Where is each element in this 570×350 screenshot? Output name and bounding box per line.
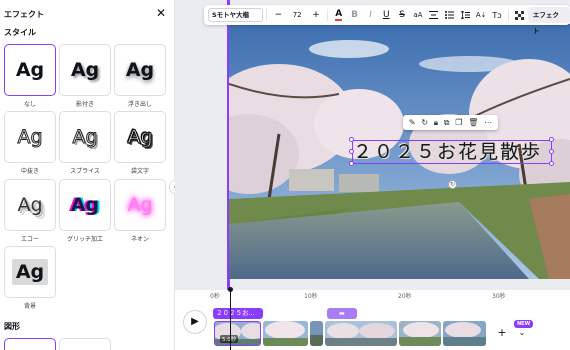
- effect-sample: Ag: [70, 194, 100, 216]
- clip-thumbnail: [263, 321, 308, 346]
- effect-label: 影付き: [75, 101, 94, 108]
- clip-thumbnail: [325, 321, 397, 346]
- lock-icon[interactable]: 🔒︎: [434, 118, 438, 128]
- text-toolbar: Sモトヤ大楷 − 72 + A B I U S aA A⇣ Tↄ エフェクト: [204, 5, 570, 35]
- clip-thumbnail: [399, 321, 441, 346]
- letter-case-button[interactable]: aA: [410, 7, 426, 23]
- add-clip-button[interactable]: +: [496, 325, 508, 341]
- effect-shadow-tile[interactable]: Ag: [59, 44, 111, 96]
- duplicate-icon[interactable]: ❐: [455, 118, 462, 127]
- more-icon[interactable]: ⋯: [484, 118, 492, 127]
- rotate-icon[interactable]: ↻: [421, 118, 428, 127]
- divider: [507, 9, 509, 21]
- canvas-title-text[interactable]: ２０２５お花見散歩: [353, 140, 553, 164]
- video-editor: エフェクト ✕ スタイル Ag なし Ag 影付き Ag 浮き出し Ag 中抜き…: [0, 0, 570, 350]
- video-clip[interactable]: [399, 321, 441, 346]
- decrease-font-size-button[interactable]: −: [270, 7, 286, 23]
- font-size-input[interactable]: 72: [286, 8, 308, 22]
- clip-thumbnail: [443, 321, 486, 346]
- delete-icon[interactable]: 🗑︎: [468, 118, 478, 127]
- context-toolbar: ✎ ↻ 🔒︎ ⧉ ❐ 🗑︎ ⋯: [403, 115, 498, 130]
- timeline-tick: 20秒: [398, 293, 412, 300]
- effect-sample: Ag: [17, 194, 43, 216]
- effect-label: グリッチ加工: [66, 236, 103, 243]
- close-icon[interactable]: ✕: [154, 6, 168, 20]
- effect-none-tile[interactable]: Ag: [4, 44, 56, 96]
- shape-heading: 図形: [4, 322, 20, 331]
- effect-hollow-tile[interactable]: Ag: [4, 111, 56, 163]
- effect-label: なし: [23, 101, 36, 108]
- video-clip[interactable]: [443, 321, 486, 346]
- text-spacing-icon[interactable]: Tↄ: [489, 7, 505, 23]
- effect-sample: Ag: [17, 126, 43, 149]
- effect-label: エコー: [20, 236, 39, 243]
- transparency-icon[interactable]: [512, 7, 528, 23]
- video-clip[interactable]: [310, 321, 323, 346]
- italic-button[interactable]: I: [363, 7, 379, 23]
- text-color-button[interactable]: A: [331, 7, 347, 23]
- clip-thumbnail: [310, 321, 323, 346]
- effect-label: スプライス: [70, 168, 100, 175]
- video-clip[interactable]: [325, 321, 397, 346]
- timeline-tick: 10秒: [304, 293, 318, 300]
- bold-button[interactable]: B: [347, 7, 363, 23]
- shape-none-tile[interactable]: [4, 338, 56, 350]
- increase-font-size-button[interactable]: +: [308, 7, 324, 23]
- effect-label: 背景: [23, 303, 36, 310]
- audio-track-clip[interactable]: ▬: [327, 308, 357, 319]
- effect-sample: Ag: [70, 59, 100, 81]
- timeline-tick: 0秒: [210, 293, 220, 300]
- effect-splice-tile[interactable]: Ag: [59, 111, 111, 163]
- effect-lift-tile[interactable]: Ag: [114, 44, 166, 96]
- rotate-icon[interactable]: ↻: [448, 180, 457, 189]
- effect-echo-tile[interactable]: Ag: [4, 179, 56, 231]
- strikethrough-button[interactable]: S: [394, 7, 410, 23]
- divider: [326, 9, 328, 21]
- effect-glitch-tile[interactable]: Ag: [59, 179, 111, 231]
- effect-sample: Ag: [125, 59, 155, 81]
- video-clip[interactable]: 5.0秒: [214, 321, 261, 346]
- play-button[interactable]: ▶: [183, 310, 207, 334]
- shape-pill-tile[interactable]: [59, 338, 111, 350]
- underline-button[interactable]: U: [378, 7, 394, 23]
- video-clip[interactable]: [263, 321, 308, 346]
- timeline-tick: 30秒: [492, 293, 506, 300]
- effect-sample: Ag: [11, 259, 49, 285]
- playhead[interactable]: [230, 289, 231, 350]
- effect-sample: Ag: [15, 59, 45, 81]
- chevron-down-icon[interactable]: ⌄: [516, 325, 528, 341]
- font-family-select[interactable]: Sモトヤ大楷: [208, 8, 264, 22]
- effects-panel: エフェクト ✕ スタイル Ag なし Ag 影付き Ag 浮き出し Ag 中抜き…: [0, 0, 175, 350]
- effect-neon-tile[interactable]: Ag: [114, 179, 166, 231]
- effect-outline-tile[interactable]: Ag: [114, 111, 166, 163]
- playhead-handle[interactable]: [228, 287, 233, 292]
- effect-label: 中抜き: [20, 168, 39, 175]
- effect-sample: Ag: [72, 126, 98, 149]
- magic-write-icon[interactable]: ✎: [409, 118, 416, 127]
- panel-title: エフェクト: [4, 10, 44, 19]
- text-track-clip[interactable]: ２０２５お...: [213, 308, 263, 319]
- effect-label: 袋文字: [130, 168, 149, 175]
- effect-label: 浮き出し: [127, 101, 152, 108]
- effect-label: ネオン: [130, 236, 149, 243]
- play-icon: ▶: [191, 316, 199, 327]
- vertical-text-icon[interactable]: A⇣: [473, 7, 489, 23]
- group-icon[interactable]: ⧉: [444, 118, 450, 128]
- text-color-icon: A: [335, 8, 343, 21]
- effects-button[interactable]: エフェクト: [527, 7, 570, 35]
- effect-sample: Ag: [127, 194, 153, 216]
- effect-background-tile[interactable]: Ag: [4, 246, 56, 298]
- style-heading: スタイル: [4, 28, 36, 37]
- audio-icon: ▬: [339, 310, 345, 317]
- divider: [266, 9, 268, 21]
- align-center-icon[interactable]: [426, 7, 442, 23]
- line-spacing-icon[interactable]: [457, 7, 473, 23]
- effect-sample: Ag: [127, 126, 153, 149]
- list-icon[interactable]: [442, 7, 458, 23]
